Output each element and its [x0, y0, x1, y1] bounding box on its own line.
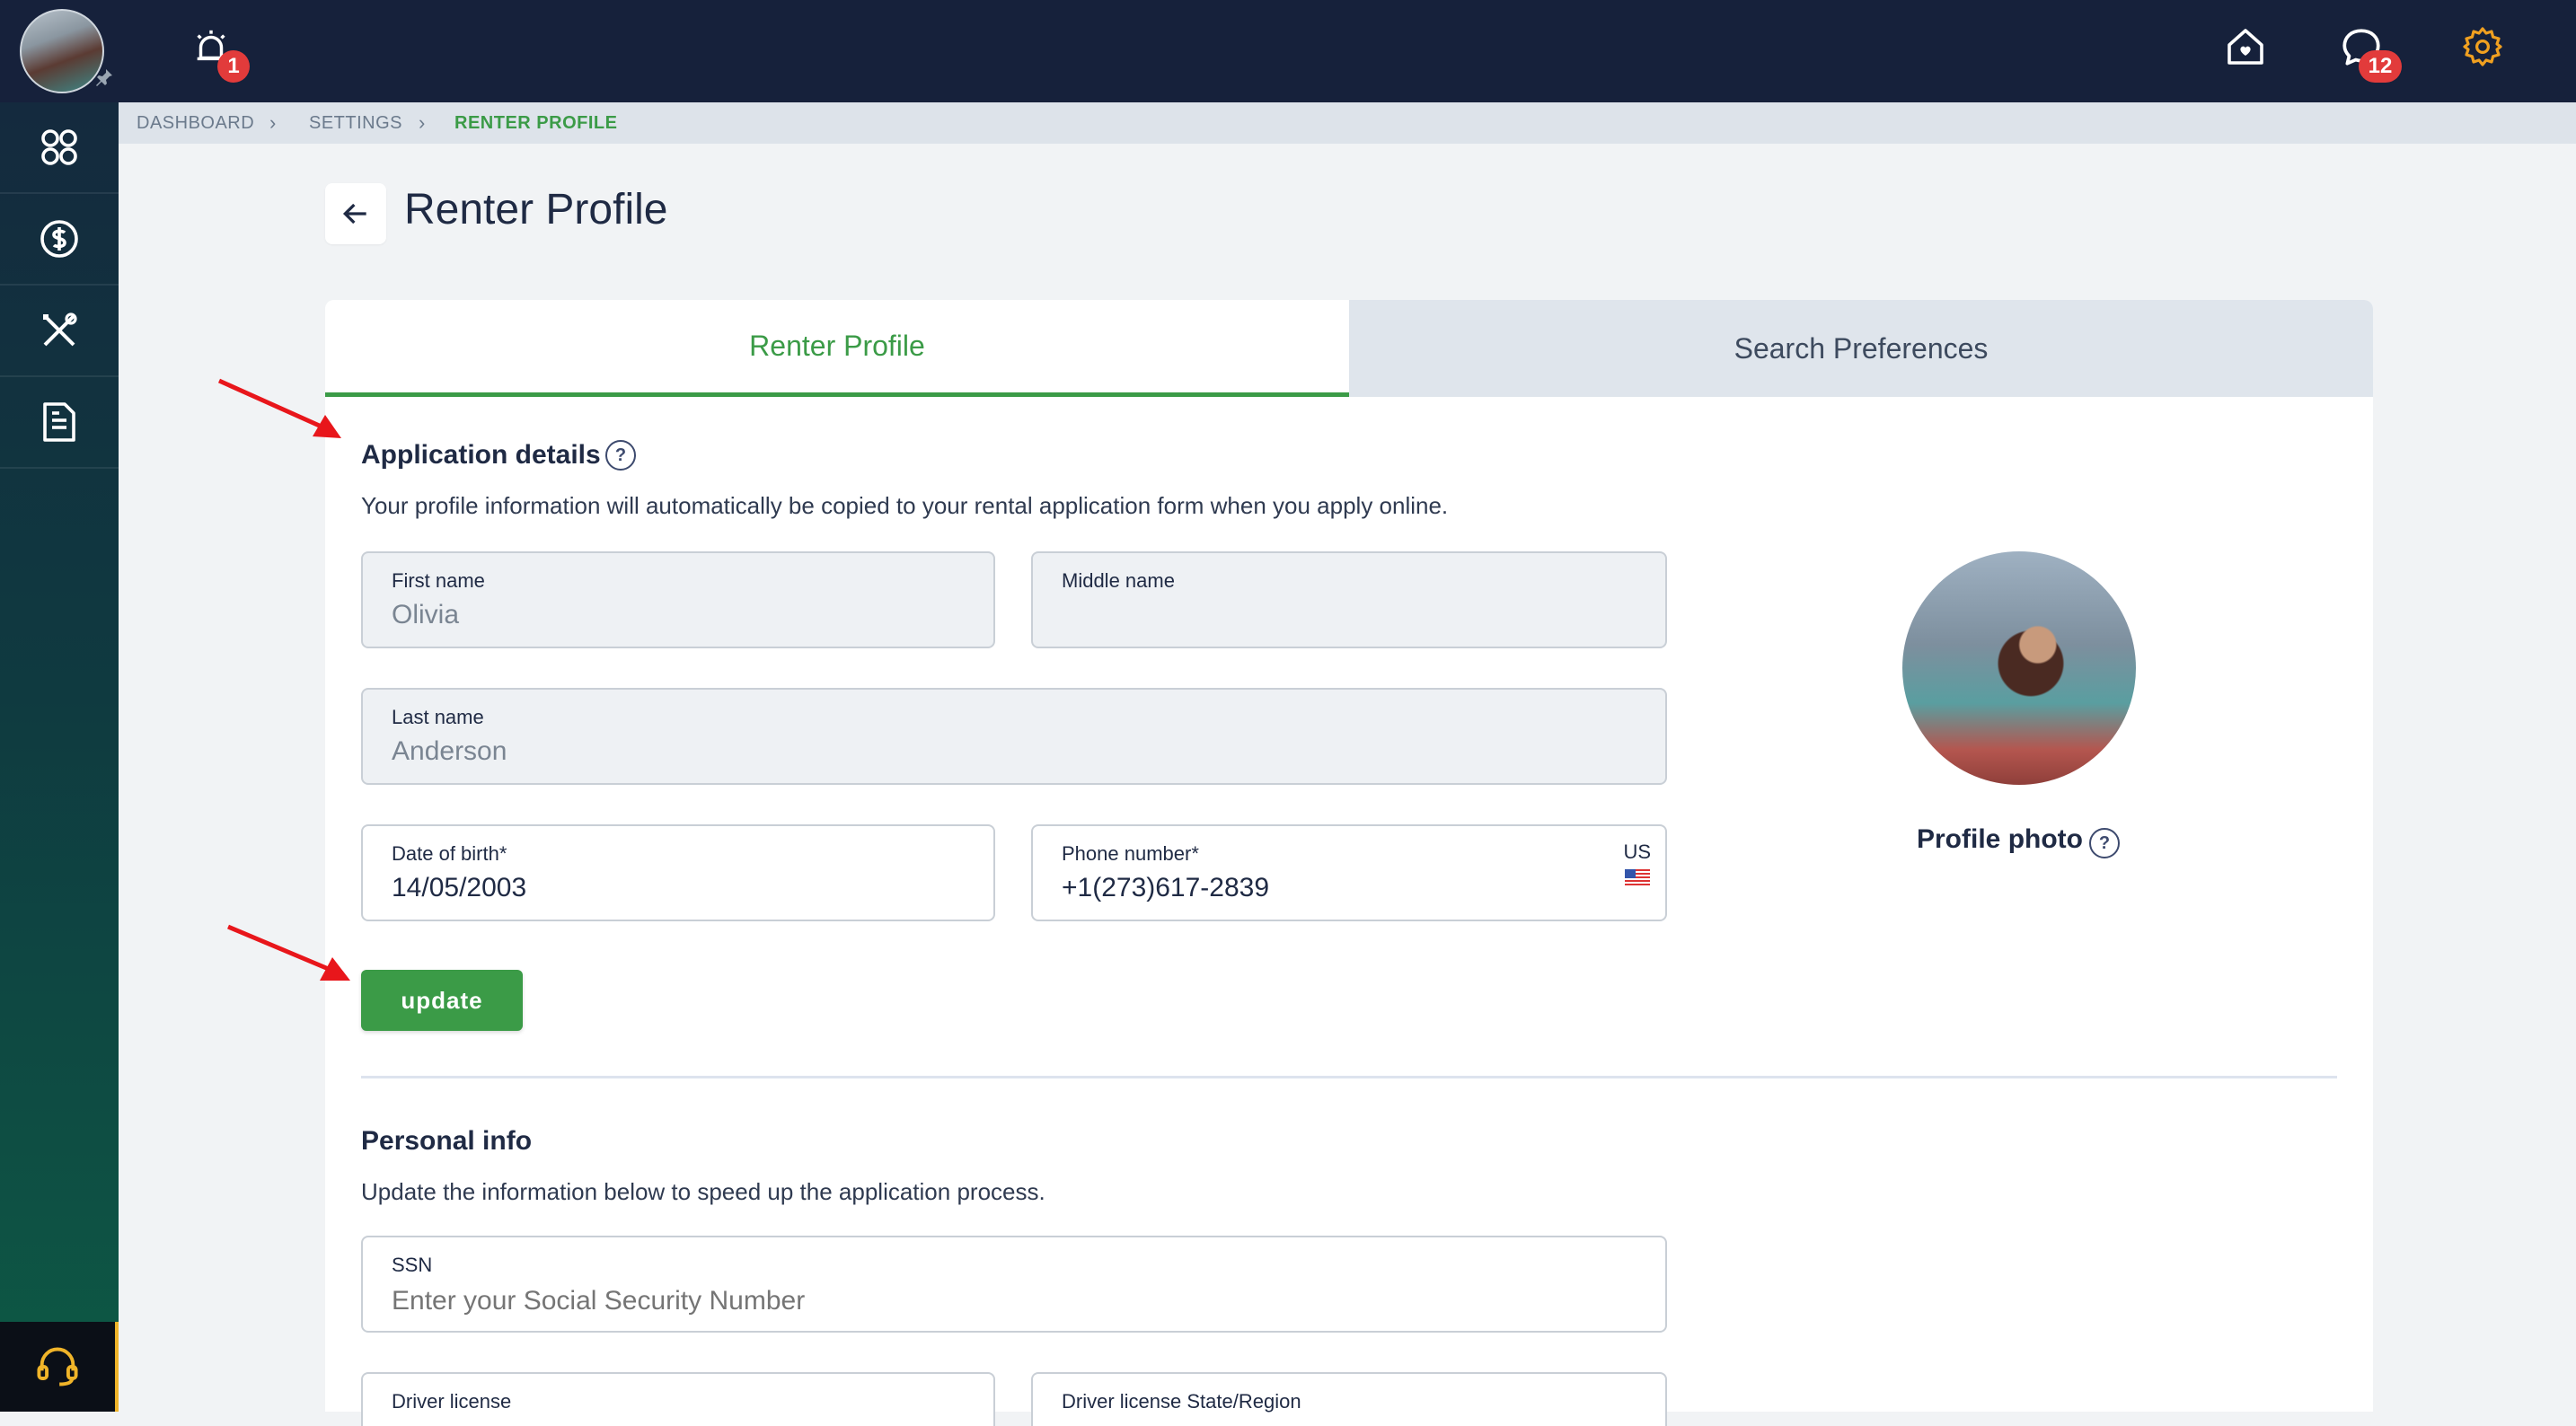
date-of-birth-value: 14/05/2003	[392, 873, 527, 902]
breadcrumb-separator: ›	[419, 111, 426, 134]
country-code: US	[1623, 841, 1651, 863]
phone-number-field[interactable]: Phone number* +1(273)617-2839 US	[1031, 824, 1667, 921]
sidebar-item-payments[interactable]	[0, 194, 119, 286]
annotation-arrow	[217, 378, 341, 438]
section-divider	[361, 1076, 2337, 1078]
sidebar-item-maintenance[interactable]	[0, 286, 119, 377]
page-title: Renter Profile	[404, 186, 668, 233]
messages-button[interactable]: 12	[2339, 25, 2411, 83]
profile-photo-label: Profile photo	[1917, 824, 2083, 854]
breadcrumb-renter-profile: RENTER PROFILE	[454, 113, 618, 133]
home-heart-icon	[2228, 29, 2263, 65]
last-name-field[interactable]: Last name Anderson	[361, 688, 1667, 785]
arrow-left-icon	[342, 203, 366, 224]
breadcrumb-separator: ›	[269, 111, 277, 134]
driver-license-state-label: Driver license State/Region	[1062, 1390, 1301, 1413]
middle-name-field[interactable]: Middle name	[1031, 551, 1667, 648]
support-button[interactable]	[0, 1322, 119, 1412]
breadcrumb-settings[interactable]: SETTINGS	[309, 113, 402, 134]
driver-license-state-field[interactable]: Driver license State/Region	[1031, 1372, 1667, 1426]
personal-info-title: Personal info	[361, 1126, 533, 1156]
document-icon	[43, 402, 75, 442]
application-details-description: Your profile information will automatica…	[361, 492, 1449, 519]
help-icon[interactable]: ?	[2089, 828, 2120, 858]
top-bar: 1 12	[0, 0, 2576, 102]
back-button[interactable]	[325, 183, 386, 244]
ssn-field[interactable]: SSN	[361, 1236, 1667, 1333]
grid-icon	[41, 129, 77, 165]
last-name-label: Last name	[392, 706, 484, 728]
last-name-value: Anderson	[392, 736, 507, 766]
phone-number-label: Phone number*	[1062, 842, 1199, 865]
help-icon[interactable]: ?	[605, 440, 636, 471]
breadcrumb: DASHBOARD › SETTINGS › RENTER PROFILE	[119, 102, 2576, 144]
sidebar-item-documents[interactable]	[0, 377, 119, 469]
alarm-badge: 1	[217, 50, 250, 83]
profile-photo[interactable]	[1902, 551, 2136, 785]
headset-icon	[37, 1347, 78, 1386]
user-avatar[interactable]	[20, 9, 104, 93]
personal-info-description: Update the information below to speed up…	[361, 1178, 1045, 1205]
ssn-input[interactable]	[392, 1286, 1290, 1316]
first-name-label: First name	[392, 569, 485, 592]
middle-name-label: Middle name	[1062, 569, 1175, 592]
alarm-button[interactable]: 1	[189, 25, 250, 83]
date-of-birth-field[interactable]: Date of birth* 14/05/2003	[361, 824, 995, 921]
ssn-label: SSN	[392, 1254, 433, 1276]
annotation-arrow	[227, 924, 350, 981]
update-button[interactable]: update	[361, 970, 523, 1031]
sidebar	[0, 102, 119, 1412]
messages-badge: 12	[2359, 50, 2402, 83]
sidebar-item-dashboard[interactable]	[0, 102, 119, 194]
tab-search-preferences[interactable]: Search Preferences	[1349, 300, 2373, 397]
driver-license-label: Driver license	[392, 1390, 512, 1413]
gear-icon	[2463, 27, 2502, 66]
breadcrumb-dashboard[interactable]: DASHBOARD	[137, 113, 254, 134]
first-name-value: Olivia	[392, 600, 460, 629]
home-button[interactable]	[2224, 25, 2274, 75]
driver-license-field[interactable]: Driver license	[361, 1372, 995, 1426]
us-flag-icon	[1624, 869, 1650, 885]
dollar-icon	[40, 220, 78, 258]
first-name-field[interactable]: First name Olivia	[361, 551, 995, 648]
tab-renter-profile[interactable]: Renter Profile	[325, 300, 1349, 397]
tools-icon	[43, 312, 77, 347]
phone-number-value: +1(273)617-2839	[1062, 873, 1270, 902]
application-details-title: Application details	[361, 440, 601, 470]
date-of-birth-label: Date of birth*	[392, 842, 507, 865]
settings-button[interactable]	[2461, 25, 2511, 75]
country-selector[interactable]: US	[1623, 841, 1651, 885]
pin-icon	[96, 69, 112, 86]
